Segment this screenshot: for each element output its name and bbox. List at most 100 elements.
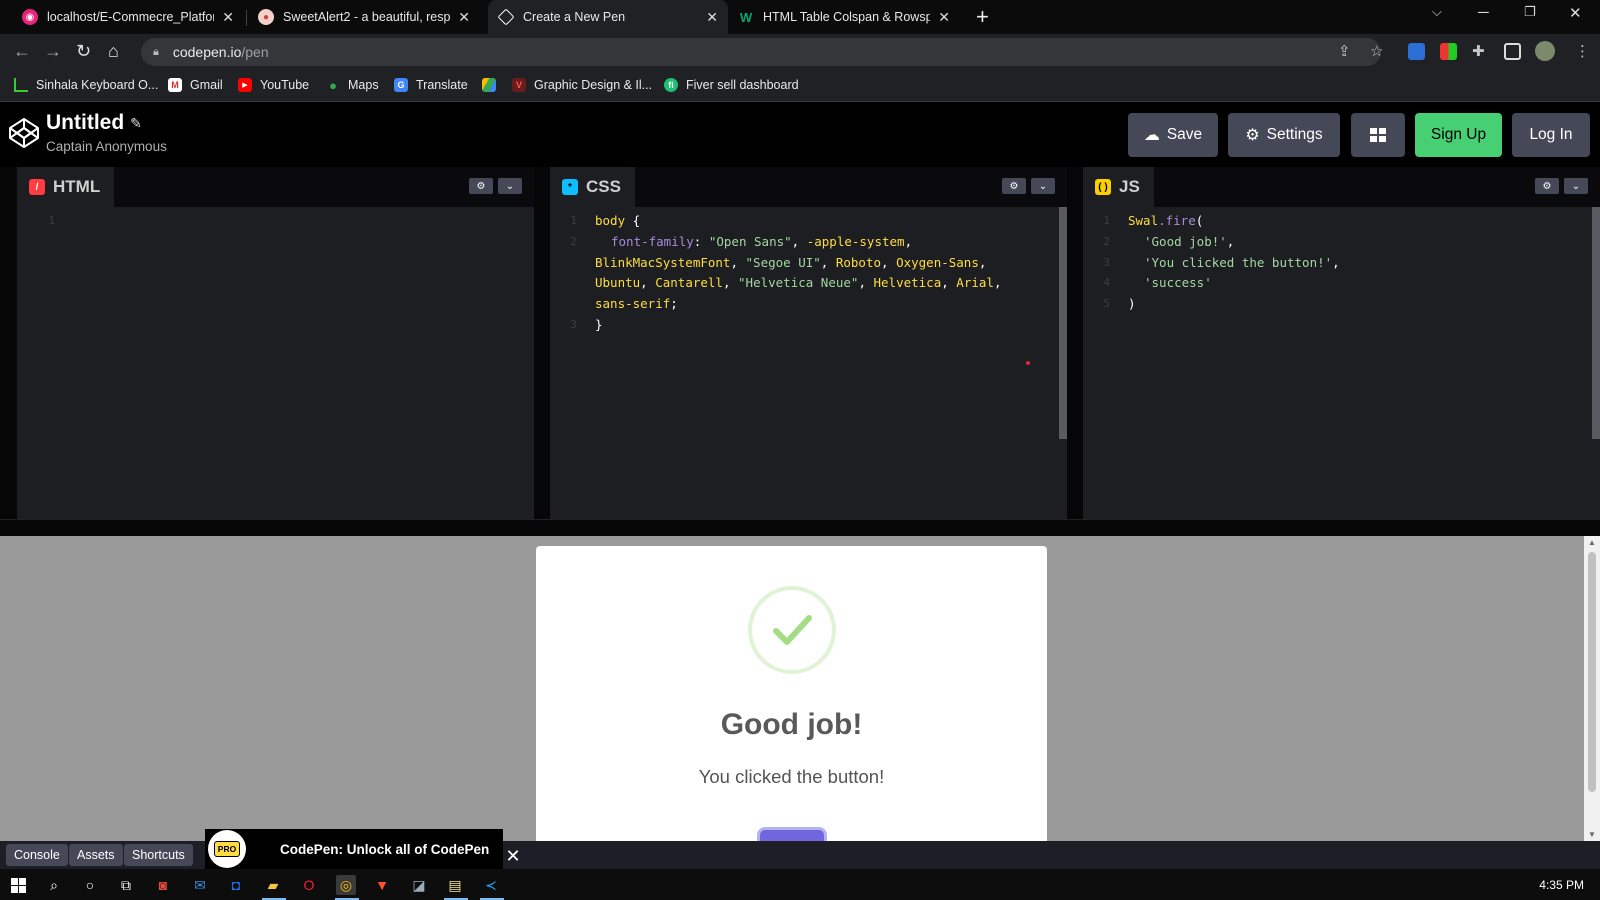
sign-up-button[interactable]: Sign Up [1415,113,1502,157]
shortcuts-button[interactable]: Shortcuts [124,844,193,866]
scrollbar-thumb[interactable] [1588,552,1596,792]
codepen-icon [497,8,515,26]
js-editor-tab[interactable]: ( ) JS [1083,167,1154,207]
css-editor-scrollbar[interactable] [1059,207,1067,439]
bookmark-item[interactable]: ▶ YouTube [238,78,309,92]
new-tab-icon[interactable]: + [976,4,989,30]
close-tab-icon[interactable]: ✕ [222,9,234,26]
html-code[interactable]: 1 [17,211,534,511]
close-window-icon[interactable]: ✕ [1569,4,1582,22]
code-line: Ubuntu, Cantarell, "Helvetica Neue", Hel… [595,275,1002,291]
editor-settings-gear-icon[interactable]: ⚙ [469,178,493,194]
windows-start-icon[interactable] [8,875,28,895]
close-tab-icon[interactable]: ✕ [938,9,950,26]
code-line: font-family: "Open Sans", -apple-system, [611,233,913,249]
html-editor-tab[interactable]: / HTML [17,167,115,207]
browser-tab-codepen[interactable]: Create a New Pen ✕ [488,0,728,34]
forward-icon[interactable]: → [44,41,62,62]
minimize-icon[interactable]: ─ [1478,4,1489,21]
css-code[interactable]: 1 2 3 body { font-family: "Open Sans", -… [550,211,1055,511]
preview-resize-handle[interactable] [0,519,1600,536]
search-icon[interactable]: ⌕ [44,875,64,895]
html-icon: / [29,179,45,195]
ssms-icon[interactable]: ◪ [409,875,429,895]
bookmark-item[interactable]: fi Fiver sell dashboard [664,78,799,92]
css-editor-tab[interactable]: * CSS [550,167,635,207]
pen-author[interactable]: Captain Anonymous [46,139,167,154]
task-view-icon[interactable]: ⧉ [116,875,136,895]
editor-collapse-chevron-icon[interactable]: ⌄ [1031,178,1055,194]
preview-scrollbar[interactable]: ▲ ▼ [1584,536,1600,841]
assets-button[interactable]: Assets [69,844,123,866]
lock-icon[interactable]: 🔒︎ [153,46,159,59]
side-panel-icon[interactable] [1504,43,1521,60]
css-icon: * [562,179,578,195]
vscode-icon[interactable]: ≺ [481,875,501,895]
office-icon[interactable]: ◙ [153,875,173,895]
restore-icon[interactable]: ❐ [1524,4,1536,20]
chrome-icon[interactable]: ◎ [336,875,356,895]
editor-settings-gear-icon[interactable]: ⚙ [1002,178,1026,194]
youtube-icon: ▶ [238,78,252,92]
cortana-icon[interactable]: ○ [80,875,100,895]
html-editor-header: / HTML ⚙ ⌄ [17,167,534,207]
back-icon[interactable]: ← [13,41,31,62]
js-editor-scrollbar[interactable] [1592,207,1600,439]
pen-title[interactable]: Untitled ✎ [46,111,142,135]
editor-collapse-chevron-icon[interactable]: ⌄ [498,178,522,194]
js-code[interactable]: 1 2 3 4 5 Swal.fire( 'Good job!', 'You c… [1083,211,1588,511]
save-button[interactable]: ☁ Save [1128,113,1218,157]
editor-collapse-chevron-icon[interactable]: ⌄ [1564,178,1588,194]
scroll-up-icon[interactable]: ▲ [1588,538,1596,547]
opera-icon[interactable]: O [299,875,319,895]
file-explorer-icon[interactable]: ▰ [263,875,283,895]
outlook-icon[interactable]: ◘ [226,875,246,895]
codepen-logo-icon[interactable] [8,117,40,149]
bookmark-item[interactable]: V Graphic Design & Il... [512,78,652,92]
brave-icon[interactable]: ▼ [372,875,392,895]
bookmark-item[interactable]: ● Maps [326,78,379,93]
extension-translate-icon[interactable] [1408,43,1425,60]
layout-button[interactable] [1351,113,1405,157]
tab-search-chevron-icon[interactable]: ⌵ [1432,4,1442,20]
mail-icon[interactable]: ✉ [190,875,210,895]
settings-button[interactable]: ⚙ Settings [1228,113,1340,157]
menu-kebab-icon[interactable]: ⋮ [1575,42,1590,60]
home-icon[interactable]: ⌂ [108,41,119,62]
reload-icon[interactable]: ↻ [76,41,91,62]
html-editor-pane: / HTML ⚙ ⌄ 1 [17,167,534,519]
console-button[interactable]: Console [6,844,68,866]
address-bar[interactable]: 🔒︎ codepen.io/pen [141,38,1381,66]
bookmark-item[interactable]: M Gmail [168,78,223,92]
pro-badge-icon: PRO [208,830,246,868]
bookmark-item[interactable]: G Translate [394,78,468,92]
browser-tab-localhost[interactable]: ◉ localhost/E-Commecre_Platform/ ✕ [12,0,244,34]
close-promo-icon[interactable]: ✕ [503,844,523,868]
browser-tab-w3schools[interactable]: W HTML Table Colspan & Rowspan ✕ [728,0,960,34]
url-host: codepen.io [172,44,242,60]
bookmark-item[interactable]: Sinhala Keyboard O... [14,78,158,92]
js-editor-pane: ( ) JS ⚙ ⌄ 1 2 3 4 5 Swal.fire( 'Good jo… [1083,167,1600,519]
notepad-icon[interactable]: ▤ [445,875,465,895]
profile-avatar[interactable] [1535,41,1555,61]
pro-promo-banner[interactable]: PRO CodePen: Unlock all of CodePen [205,829,503,869]
scroll-down-icon[interactable]: ▼ [1588,830,1596,839]
bookmark-star-icon[interactable]: ☆ [1370,42,1383,60]
editor-settings-gear-icon[interactable]: ⚙ [1535,178,1559,194]
url-path: /pen [241,44,269,60]
extension-color-icon[interactable] [1440,43,1457,60]
close-tab-icon[interactable]: ✕ [706,9,718,26]
extensions-puzzle-icon[interactable]: ✚ [1472,42,1485,60]
close-tab-icon[interactable]: ✕ [458,9,470,26]
taskbar-clock[interactable]: 4:35 PM [1539,878,1584,892]
bookmarks-bar: Sinhala Keyboard O... M Gmail ▶ YouTube ● M… [0,70,1600,102]
browser-tab-sweetalert[interactable]: ● SweetAlert2 - a beautiful, respon ✕ [248,0,480,34]
css-editor-pane: * CSS ⚙ ⌄ 1 2 3 body { font-family: "Ope… [550,167,1067,519]
log-in-button[interactable]: Log In [1512,113,1590,157]
line-number: 3 [570,318,577,331]
editor-area: / HTML ⚙ ⌄ 1 * CSS ⚙ ⌄ 1 2 3 body { font… [0,167,1600,519]
share-icon[interactable]: ⇪ [1338,42,1351,60]
edit-pencil-icon[interactable]: ✎ [130,115,142,132]
ok-button[interactable]: OK [760,830,824,841]
bookmark-item[interactable] [482,78,504,92]
